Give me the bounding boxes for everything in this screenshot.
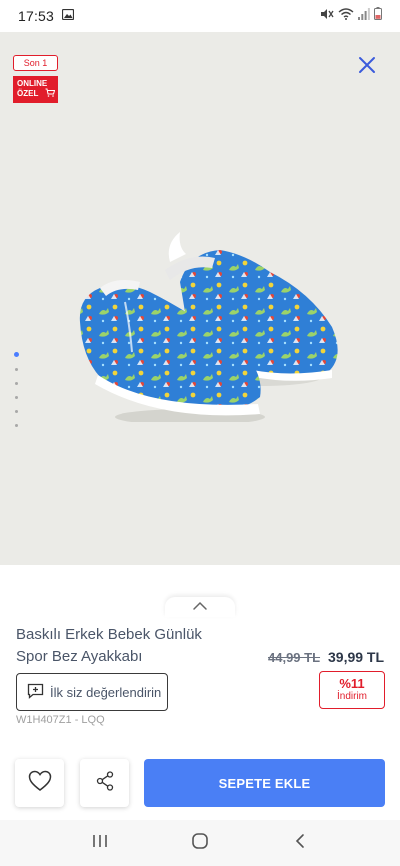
stock-badge: Son 1 — [13, 55, 58, 71]
close-icon[interactable] — [356, 54, 378, 76]
gallery-pagination — [14, 352, 19, 427]
back-icon — [294, 833, 306, 854]
pagination-dot[interactable] — [15, 382, 18, 385]
add-to-cart-button[interactable]: SEPETE EKLE — [144, 759, 385, 807]
product-image — [79, 232, 338, 422]
product-gallery[interactable]: Son 1 ONLINE ÖZEL — [0, 32, 400, 565]
product-title-line2: Spor Bez Ayakkabı — [16, 648, 143, 665]
discount-badge: %11 İndirim — [319, 671, 385, 709]
back-button[interactable] — [280, 823, 320, 863]
expand-details-handle[interactable] — [165, 597, 235, 617]
rate-product-label: İlk siz değerlendirin — [50, 684, 162, 700]
rate-product-button[interactable]: İlk siz değerlendirin — [16, 673, 168, 711]
online-exclusive-badge: ONLINE ÖZEL — [13, 76, 58, 103]
discount-label: İndirim — [336, 691, 367, 702]
mute-icon — [320, 7, 334, 25]
recent-apps-icon — [92, 833, 108, 854]
cart-small-icon — [45, 88, 56, 100]
share-button[interactable] — [80, 759, 129, 807]
product-sku: W1H407Z1 - LQQ — [16, 714, 105, 726]
badge-group: Son 1 ONLINE ÖZEL — [13, 55, 58, 103]
pagination-dot[interactable] — [15, 396, 18, 399]
discount-percent: %11 — [339, 676, 365, 691]
product-title: Baskılı Erkek Bebek Günlük Spor Bez Ayak… — [16, 624, 236, 668]
status-time: 17:53 — [18, 8, 55, 24]
battery-icon — [374, 7, 382, 25]
system-nav-bar — [0, 820, 400, 866]
home-button[interactable] — [180, 823, 220, 863]
favorite-button[interactable] — [15, 759, 64, 807]
gallery-notification-icon — [61, 7, 75, 25]
pagination-dot[interactable] — [15, 368, 18, 371]
heart-icon — [28, 770, 52, 797]
pagination-dot[interactable] — [15, 424, 18, 427]
recent-apps-button[interactable] — [80, 823, 120, 863]
old-price: 44,99 TL — [268, 650, 321, 665]
status-bar: 17:53 — [0, 0, 400, 32]
wifi-icon — [338, 7, 354, 25]
share-icon — [96, 770, 114, 796]
product-title-line1: Baskılı Erkek Bebek Günlük — [16, 626, 202, 643]
pagination-dot[interactable] — [15, 410, 18, 413]
pagination-dot-active[interactable] — [14, 352, 19, 357]
home-icon — [191, 832, 209, 855]
chevron-up-icon — [192, 598, 208, 616]
add-comment-icon — [27, 683, 44, 702]
current-price: 39,99 TL — [328, 649, 385, 665]
signal-icon — [358, 7, 370, 25]
